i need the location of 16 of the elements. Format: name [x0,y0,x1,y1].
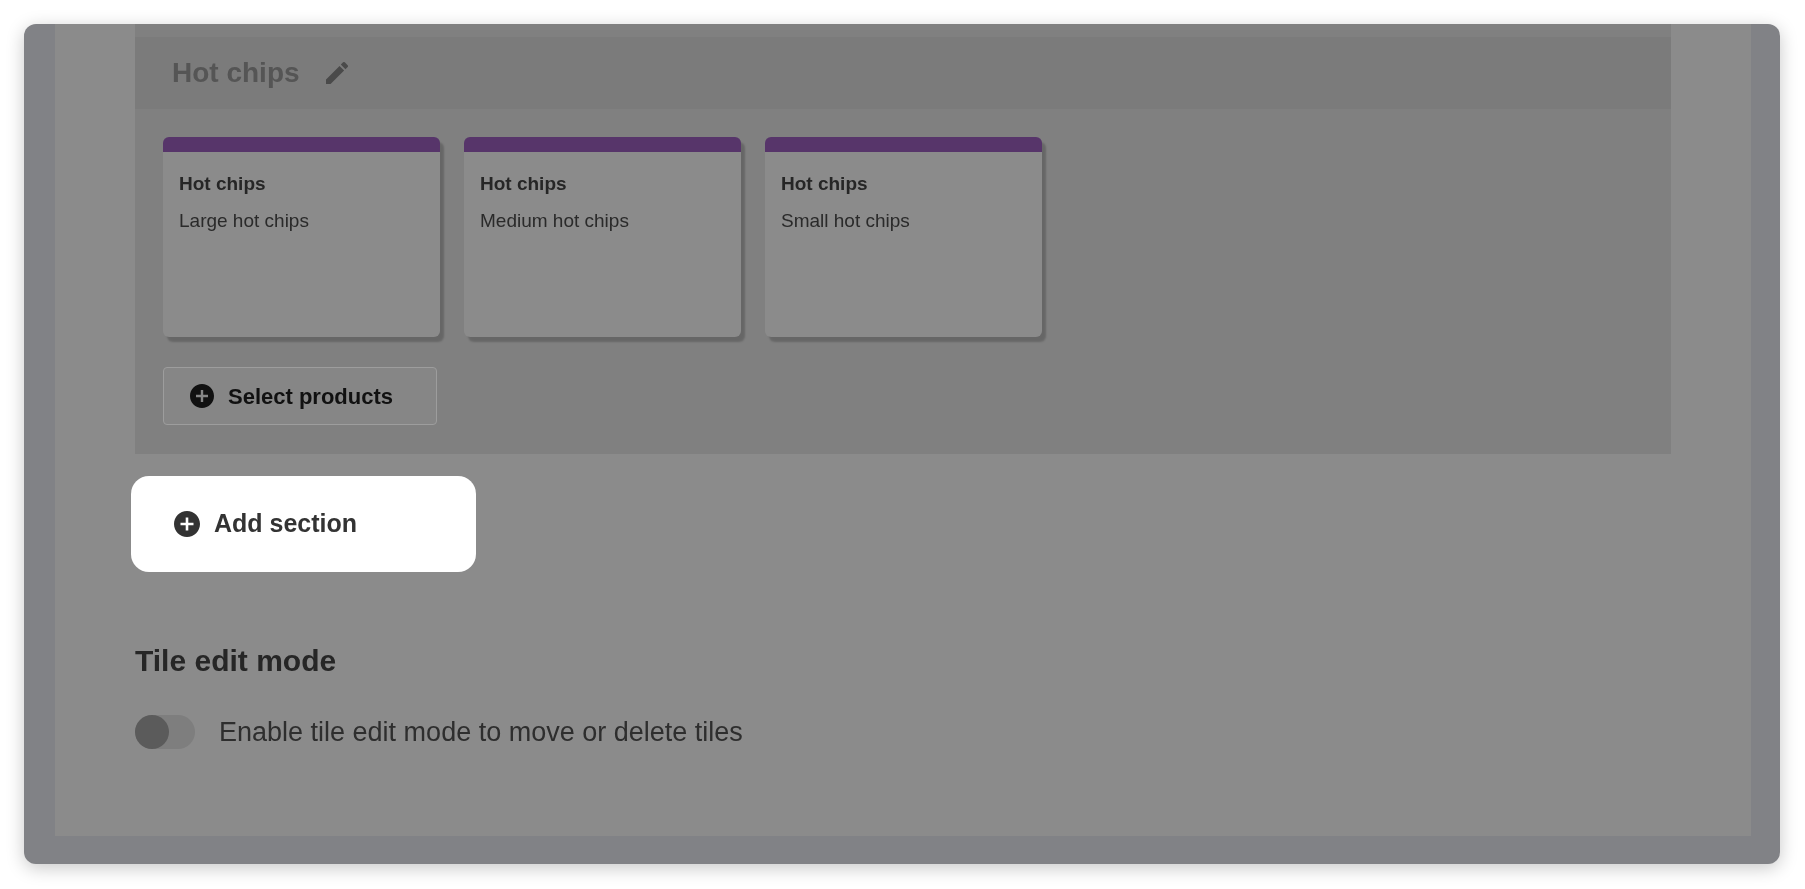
product-name: Hot chips [179,172,267,196]
product-card[interactable]: Hot chips Medium hot chips [464,137,741,337]
product-card[interactable]: Hot chips Small hot chips [765,137,1042,337]
product-card[interactable]: Hot chips Large hot chips [163,137,440,337]
select-products-button[interactable]: Select products [163,367,437,425]
product-variant: Large hot chips [179,209,310,233]
product-name: Hot chips [781,172,869,196]
toggle-knob [135,715,169,749]
add-section-button[interactable]: Add section [131,476,476,572]
product-variant: Small hot chips [781,209,911,233]
product-variant: Medium hot chips [480,209,630,233]
toggle-switch[interactable] [135,715,195,749]
product-name: Hot chips [480,172,568,196]
section-heading: Tile edit mode [135,643,338,679]
toggle-label: Enable tile edit mode to move or delete tiles [219,716,743,749]
pencil-icon[interactable] [325,62,348,84]
